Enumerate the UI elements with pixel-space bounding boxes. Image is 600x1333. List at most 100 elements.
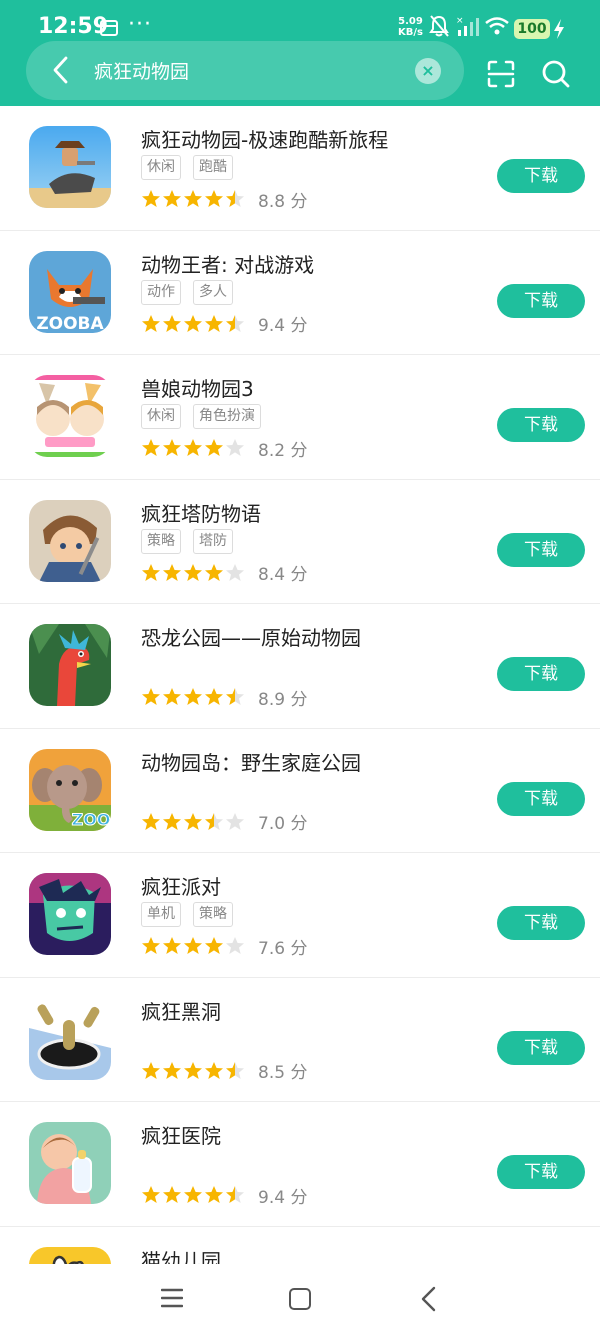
app-row[interactable]: 疯狂塔防物语 策略 塔防 8.4 分 下载	[0, 480, 600, 604]
app-row[interactable]: ZOOBA 动物王者: 对战游戏 动作 多人 9.4 分 下载	[0, 231, 600, 355]
star-icon	[205, 190, 223, 207]
app-tags: 休闲 角色扮演	[141, 404, 261, 430]
app-row[interactable]: 疯狂医院 9.4 分 下载	[0, 1102, 600, 1227]
star-icon	[205, 314, 223, 332]
app-tag: 休闲	[141, 404, 181, 429]
app-title[interactable]: 疯狂黑洞	[141, 996, 221, 1025]
app-tag: 策略	[141, 528, 181, 554]
app-row[interactable]: 兽娘动物园3 休闲 角色扮演 8.2 分 下载	[0, 355, 600, 480]
star-icon	[142, 190, 160, 207]
download-button[interactable]: 下载	[497, 159, 585, 193]
app-title[interactable]: 疯狂派对	[141, 871, 221, 900]
star-icon	[205, 439, 223, 456]
app-row[interactable]: 恐龙公园——原始动物园 8.9 分 下载	[0, 604, 600, 729]
star-icon	[142, 688, 160, 705]
star-rating	[141, 812, 245, 832]
star-icon	[205, 563, 223, 581]
zooba-fox-icon[interactable]: ZOOBA	[29, 250, 111, 333]
network-speed-value: 5.09	[398, 16, 423, 27]
app-title[interactable]: 猫幼儿园	[141, 1245, 221, 1265]
app-title[interactable]: 兽娘动物园3	[141, 373, 254, 402]
anime-girls-icon[interactable]	[29, 375, 111, 457]
app-tag: 休闲	[141, 155, 181, 180]
star-icon	[142, 439, 160, 456]
download-button[interactable]: 下载	[497, 408, 585, 442]
search-icon[interactable]	[541, 59, 571, 89]
download-button[interactable]: 下载	[497, 283, 585, 318]
app-rating: 7.0 分	[141, 810, 307, 834]
app-score: 7.0 分	[258, 814, 308, 834]
app-row[interactable]: 疯狂动物园-极速跑酷新旅程 休闲 跑酷 8.8 分 下载	[0, 106, 600, 231]
elephant-zoo-icon[interactable]: ZOO	[29, 748, 111, 831]
app-rating: 8.8 分	[141, 187, 307, 212]
app-rating: 9.4 分	[141, 1183, 307, 1208]
app-title[interactable]: 疯狂医院	[141, 1120, 221, 1149]
search-input[interactable]: 疯狂动物园	[94, 57, 189, 84]
star-icon	[226, 937, 244, 954]
app-tag: 角色扮演	[193, 404, 261, 429]
charging-icon	[554, 19, 564, 39]
app-score: 9.4 分	[258, 316, 308, 336]
app-tag: 单机	[141, 902, 181, 927]
star-icon	[205, 1061, 223, 1079]
warrior-boy-icon[interactable]	[29, 499, 111, 582]
app-tag: 动作	[141, 279, 181, 305]
back-arrow-icon[interactable]	[44, 53, 78, 87]
app-tag: 多人	[193, 279, 233, 305]
star-rating	[141, 1185, 245, 1205]
app-score: 8.4 分	[258, 565, 308, 585]
star-icon	[184, 190, 202, 207]
svg-text:ZOOBA: ZOOBA	[36, 314, 104, 333]
zombie-face-icon[interactable]	[29, 873, 111, 955]
svg-text:×: ×	[456, 16, 464, 26]
app-row[interactable]: 疯狂派对 单机 策略 7.6 分 下载	[0, 853, 600, 978]
black-hole-icon[interactable]	[29, 997, 111, 1080]
cowboy-bull-icon[interactable]	[29, 126, 111, 208]
menu-icon[interactable]	[161, 1288, 183, 1308]
star-icon	[226, 314, 244, 332]
home-icon[interactable]	[289, 1288, 311, 1310]
dinosaur-icon[interactable]	[29, 624, 111, 706]
app-title[interactable]: 恐龙公园——原始动物园	[141, 622, 361, 651]
app-row[interactable]: ZOO 动物园岛：野生家庭公园 7.0 分 下载	[0, 729, 600, 853]
star-icon	[163, 190, 181, 207]
app-title[interactable]: 疯狂动物园-极速跑酷新旅程	[141, 124, 388, 153]
star-rating	[141, 1061, 245, 1081]
star-icon	[226, 439, 244, 456]
baby-bottle-icon[interactable]	[29, 1122, 111, 1204]
bell-muted-icon	[429, 15, 449, 37]
app-row[interactable]: 疯狂黑洞 8.5 分 下载	[0, 978, 600, 1102]
app-score: 8.2 分	[258, 440, 308, 461]
search-box[interactable]: 疯狂动物园 ×	[26, 41, 464, 100]
app-title[interactable]: 动物王者: 对战游戏	[141, 249, 314, 278]
star-icon	[163, 1061, 181, 1079]
clear-search-button[interactable]: ×	[415, 58, 441, 84]
star-icon	[184, 439, 202, 456]
download-button[interactable]: 下载	[497, 1030, 585, 1065]
network-speed-unit: KB/s	[398, 27, 423, 38]
app-tag: 塔防	[193, 528, 233, 554]
download-button[interactable]: 下载	[497, 1155, 585, 1189]
star-rating	[141, 189, 245, 209]
star-icon	[184, 314, 202, 332]
download-button[interactable]: 下载	[497, 781, 585, 816]
network-speed: 5.09 KB/s	[398, 16, 423, 38]
app-rating: 8.5 分	[141, 1059, 307, 1083]
app-title[interactable]: 疯狂塔防物语	[141, 498, 261, 527]
top-bar: 12:59 ··· 5.09 KB/s × 100 疯狂动物园 ×	[0, 0, 600, 106]
download-button[interactable]: 下载	[497, 532, 585, 567]
star-icon	[142, 937, 160, 954]
star-icon	[184, 1186, 202, 1203]
star-icon	[142, 812, 160, 830]
system-nav-bar	[0, 1264, 600, 1333]
scan-icon[interactable]	[486, 59, 516, 89]
app-row[interactable]: 猫幼儿园	[0, 1227, 600, 1265]
download-button[interactable]: 下载	[497, 657, 585, 691]
star-icon	[163, 812, 181, 830]
app-title[interactable]: 动物园岛：野生家庭公园	[141, 747, 361, 776]
star-icon	[226, 190, 244, 207]
cat-face-icon[interactable]	[29, 1246, 111, 1264]
download-button[interactable]: 下载	[497, 906, 585, 940]
app-score: 7.6 分	[258, 938, 308, 959]
back-icon[interactable]	[419, 1286, 439, 1312]
